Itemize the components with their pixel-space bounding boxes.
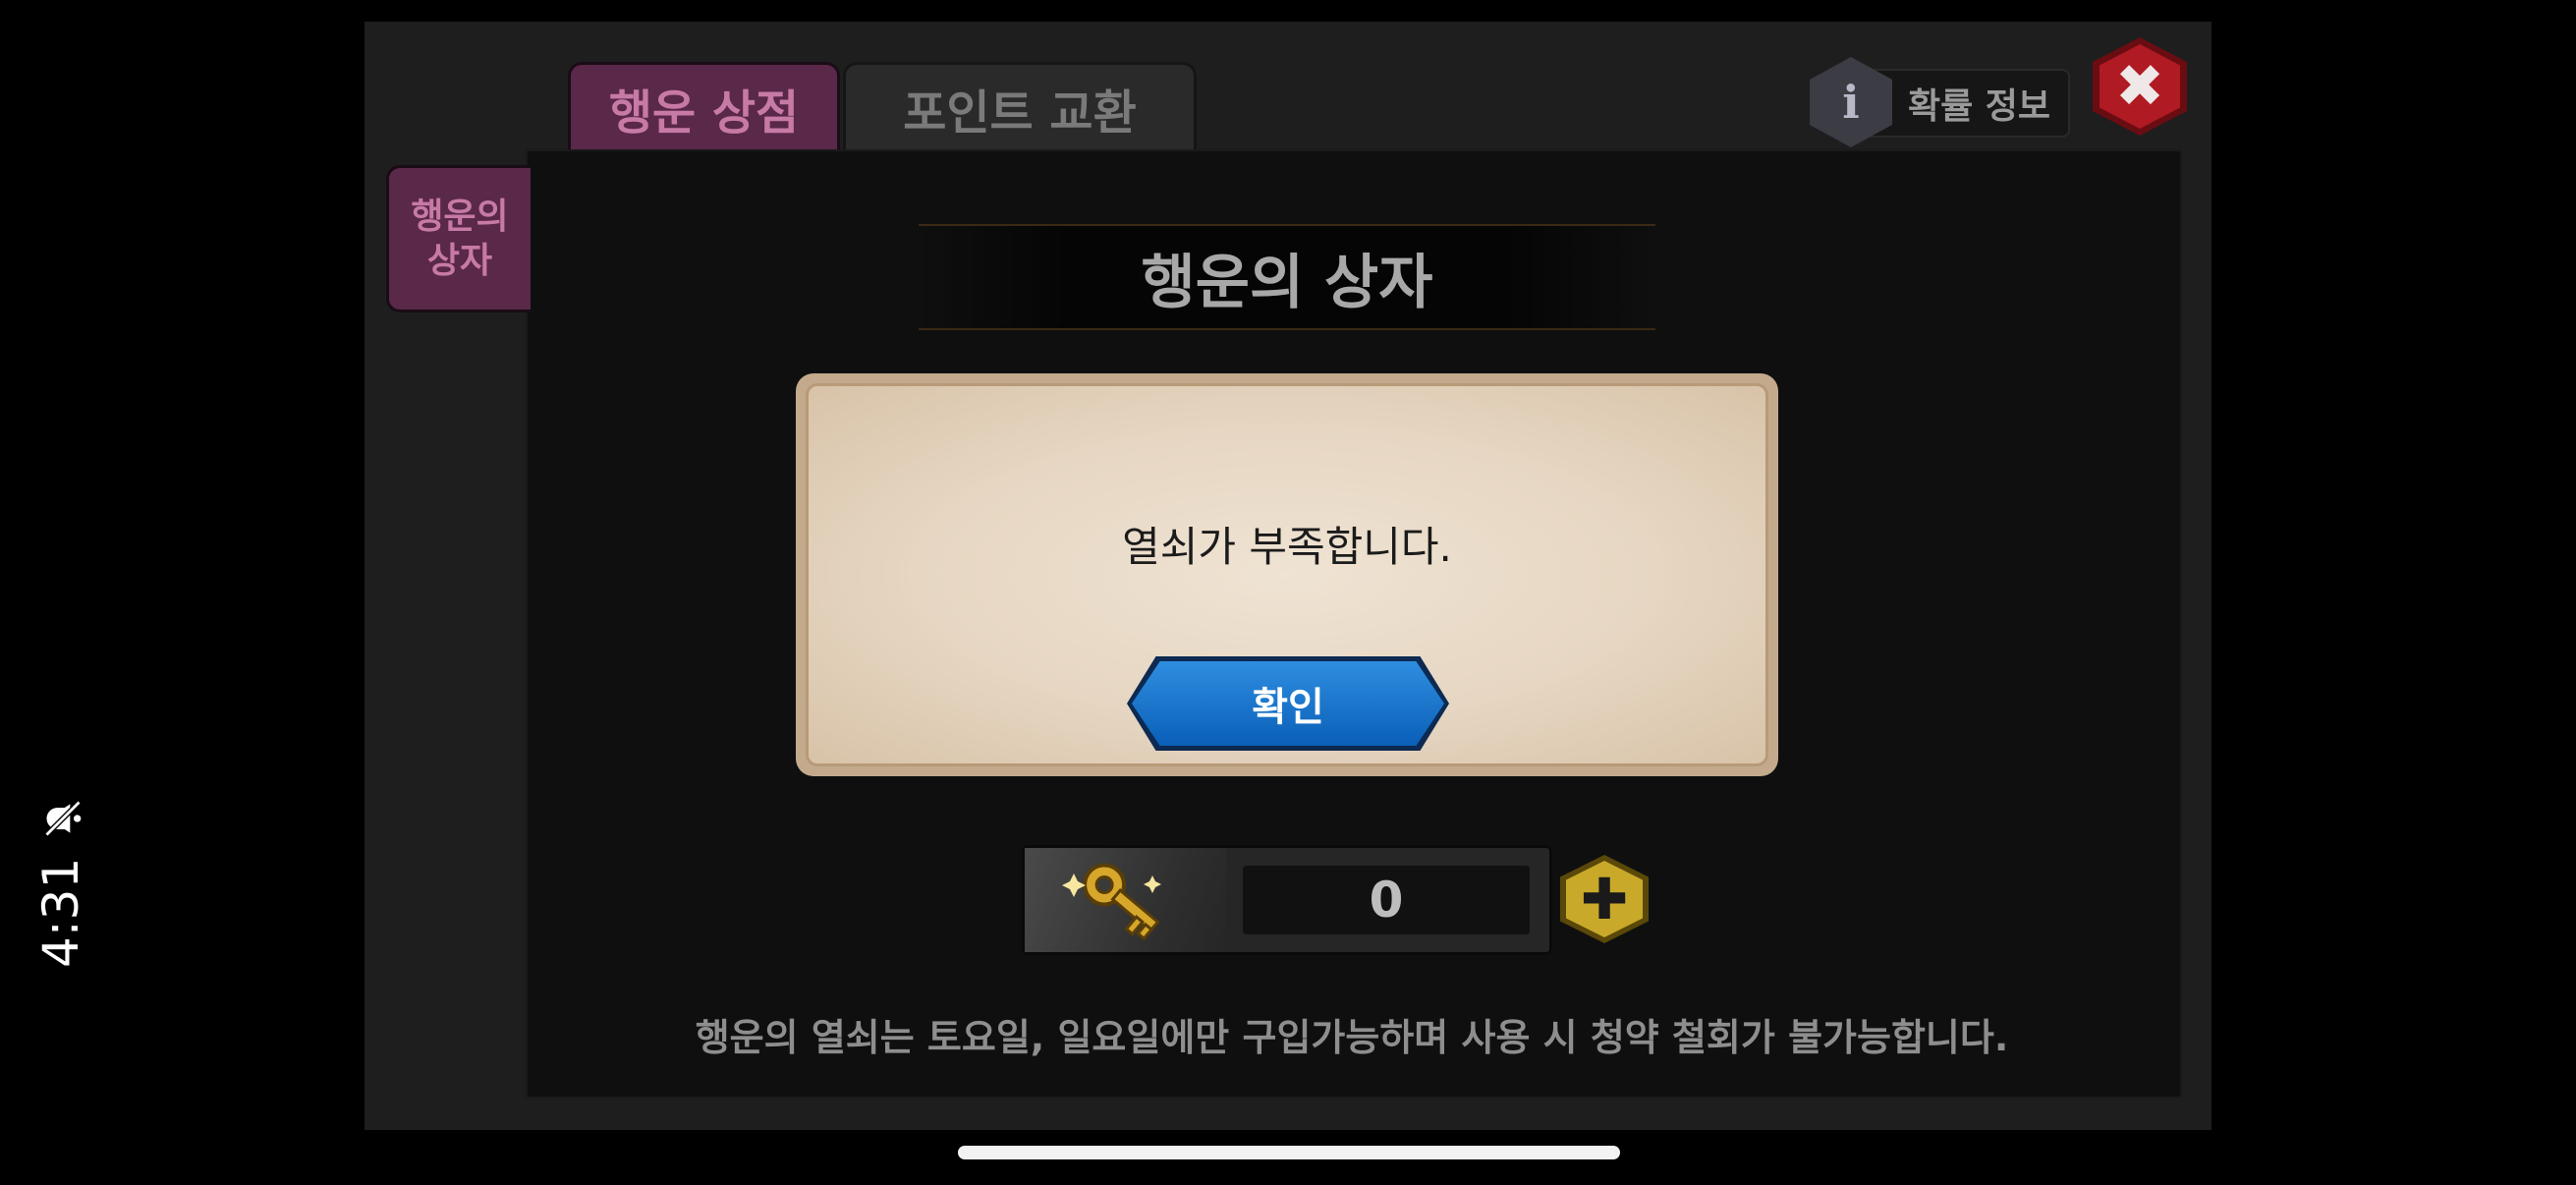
purchase-notice: 행운의 열쇠는 토요일, 일요일에만 구입가능하며 사용 시 청약 철회가 불가… <box>695 1016 2009 1059</box>
tab-point-exchange[interactable]: 포인트 교환 <box>843 62 1197 150</box>
plus-icon: ✚ <box>1566 861 1643 937</box>
key-slot <box>1025 848 1226 952</box>
status-bar: 4:31 <box>31 800 90 968</box>
close-icon: ✖ <box>2100 44 2180 129</box>
probability-info-button[interactable]: 확률 정보 i <box>1810 57 2070 147</box>
status-time: 4:31 <box>32 857 89 968</box>
side-tab-label: 행운의 상자 <box>411 197 509 281</box>
home-indicator[interactable] <box>958 1146 1620 1159</box>
tab-lucky-shop[interactable]: 행운 상점 <box>568 62 840 150</box>
section-title: 행운의 상자 <box>919 224 1655 330</box>
confirm-button[interactable]: 확인 <box>1127 656 1449 751</box>
dialog-message: 열쇠가 부족합니다. <box>1122 523 1452 571</box>
golden-key-icon <box>1062 863 1161 941</box>
key-counter: 0 <box>1022 845 1552 955</box>
confirm-button-label: 확인 <box>1132 661 1444 746</box>
side-tab-lucky-box[interactable]: 행운의 상자 <box>386 165 531 312</box>
bell-slash-icon <box>39 797 83 840</box>
key-count: 0 <box>1243 866 1530 934</box>
